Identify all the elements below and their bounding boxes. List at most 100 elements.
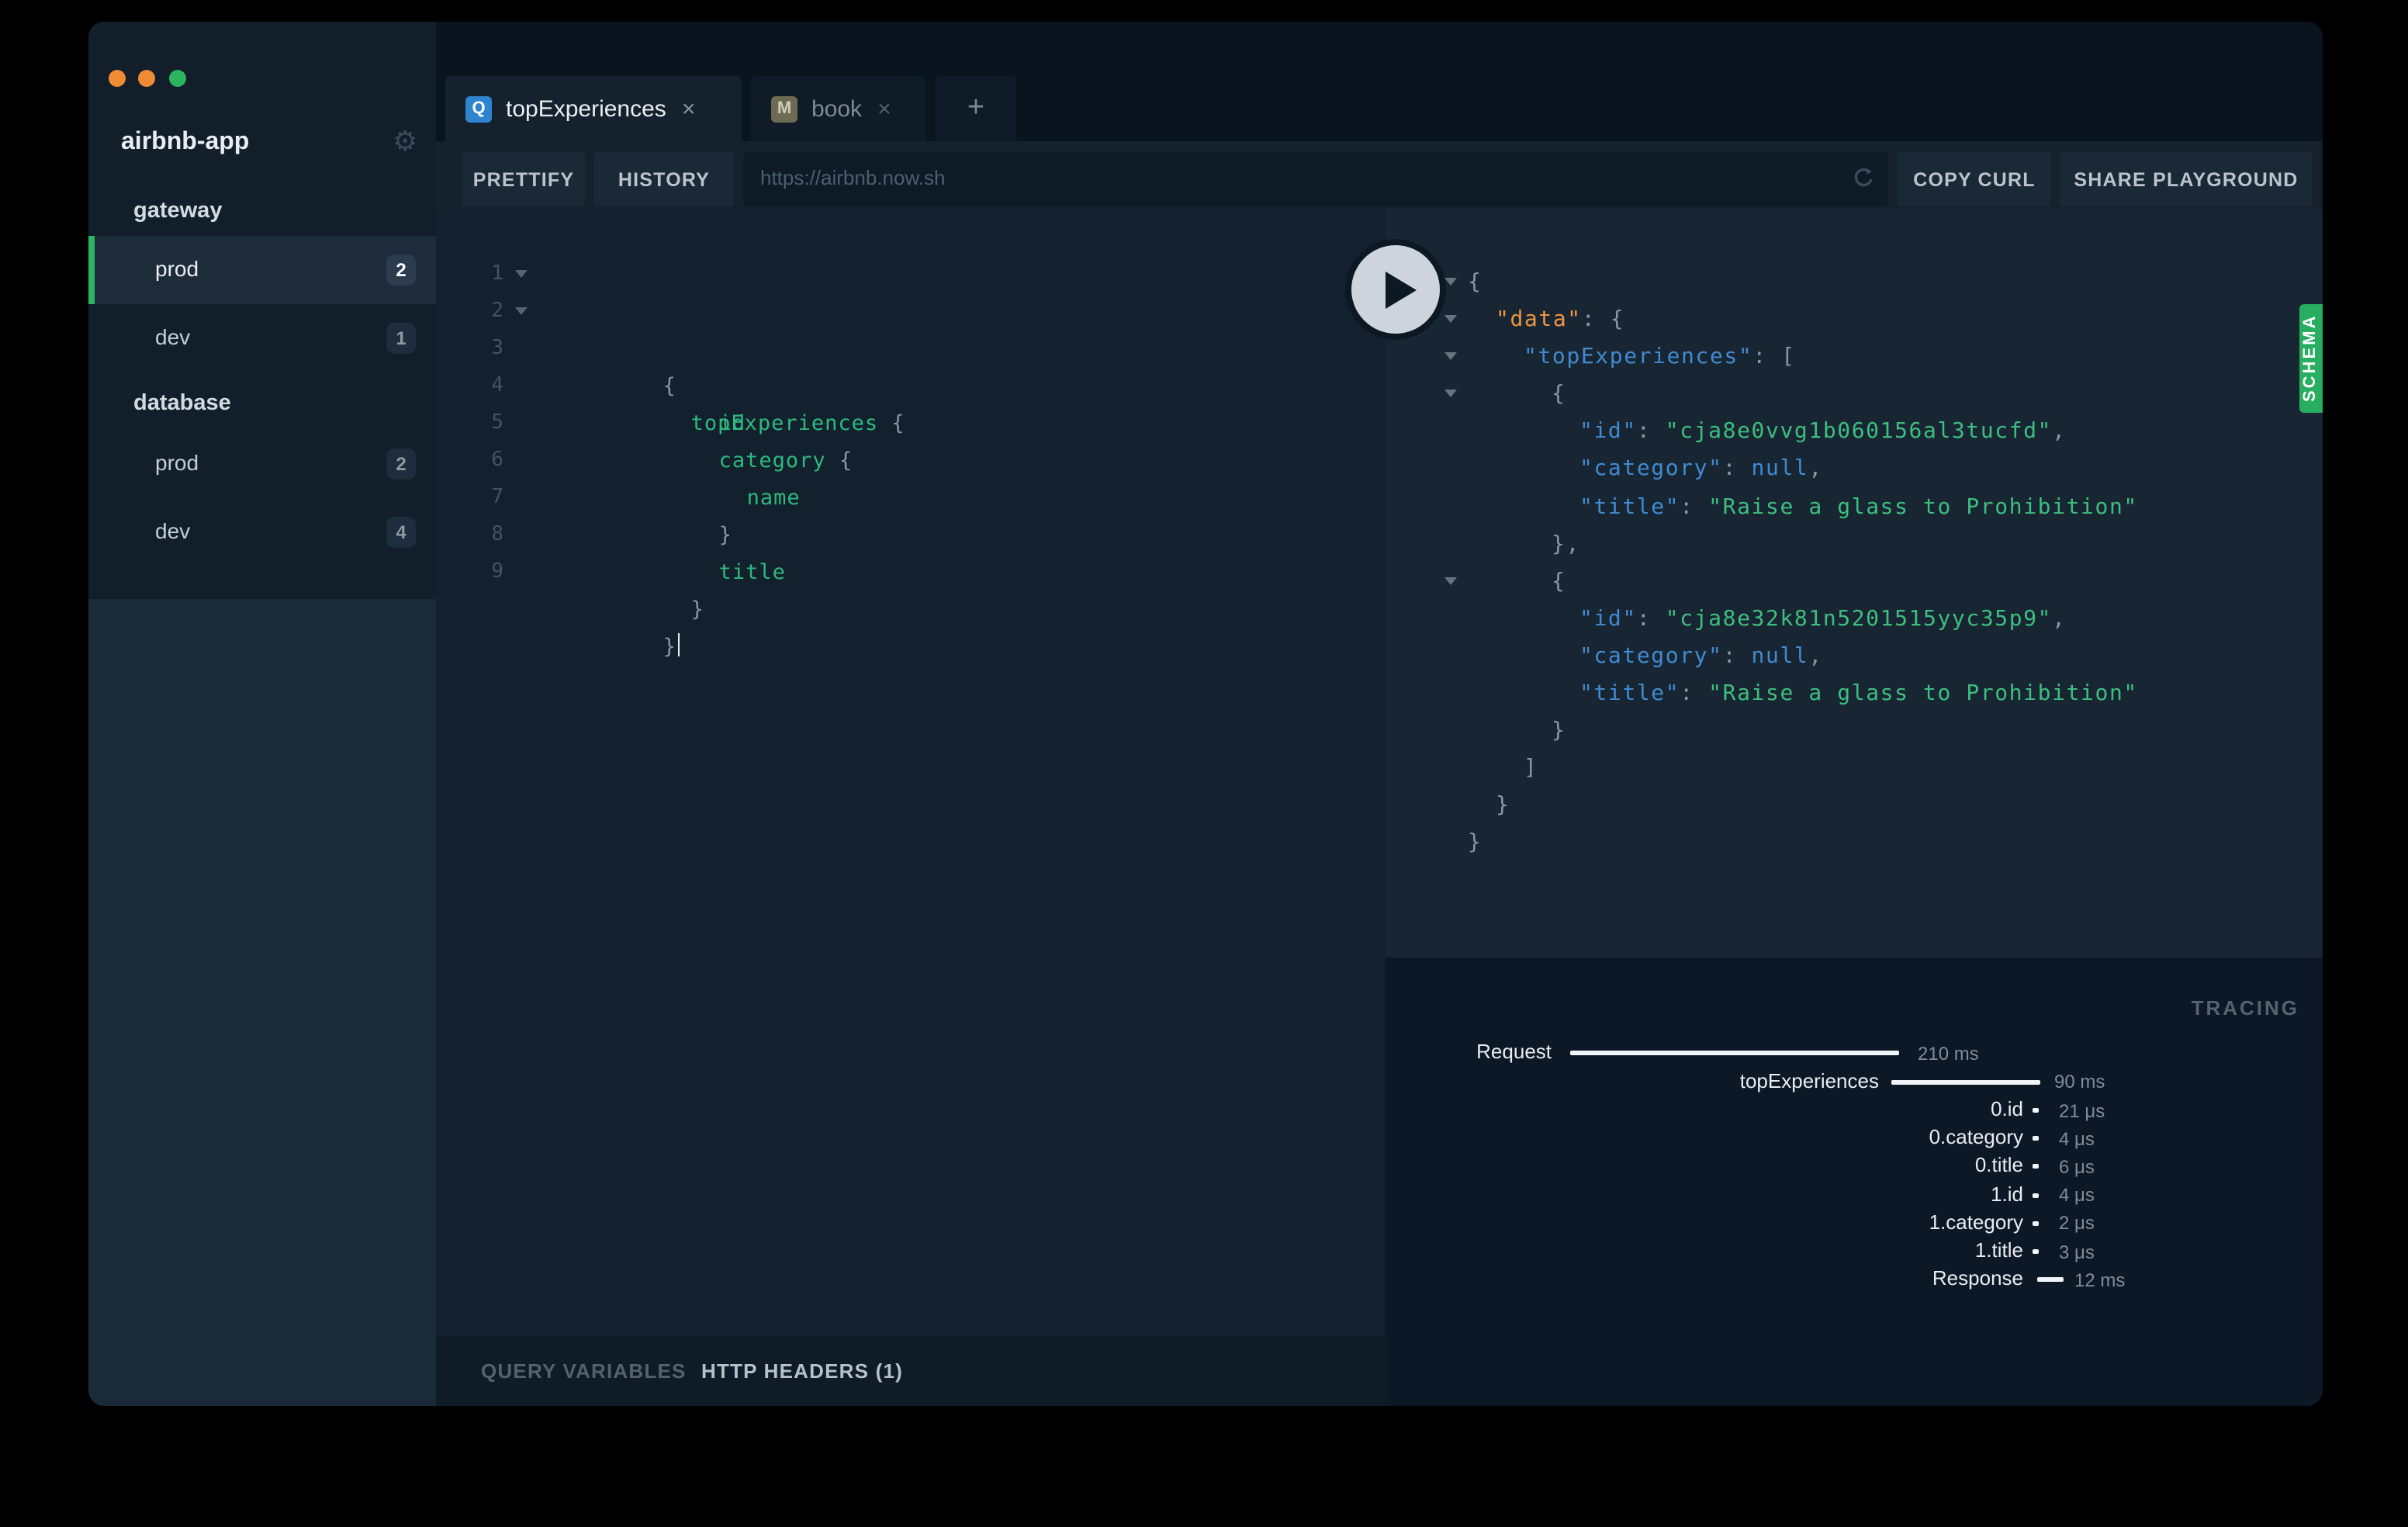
close-icon[interactable]: × [877,95,891,122]
traffic-light-zoom-icon[interactable] [169,70,186,87]
count-badge: 2 [386,448,416,480]
share-playground-button[interactable]: SHARE PLAYGROUND [2060,152,2312,206]
editor-line: 7 title [436,480,1386,517]
chevron-down-icon[interactable] [1444,352,1457,360]
trace-bar [2037,1276,2064,1282]
trace-row-1-title: 1.title 3 μs [1386,1238,2323,1266]
trace-row-response: Response 12 ms [1386,1266,2323,1294]
json-line: { [1386,264,2323,301]
query-badge-icon: Q [465,95,492,122]
chevron-down-icon[interactable] [515,270,528,278]
editor-line: 6 } [436,442,1386,480]
toolbar: PRETTIFY HISTORY https://airbnb.now.sh C… [436,141,2323,209]
traffic-light-close-icon[interactable] [109,70,126,87]
json-line: ] [1386,750,2323,787]
trace-row-1-id: 1.id 4 μs [1386,1182,2323,1210]
line-number: 7 [436,480,504,517]
json-line: "data": { [1386,301,2323,338]
trace-bar [2033,1136,2039,1141]
json-line: { [1386,376,2323,414]
trace-row-0-category: 0.category 4 μs [1386,1125,2323,1153]
json-line: } [1386,788,2323,825]
text-cursor [678,633,680,656]
editor-line: 2 topExperiences { [436,293,1386,331]
editor-bottom-bar: QUERY VARIABLES HTTP HEADERS (1) [436,1336,1386,1406]
history-button[interactable]: HISTORY [594,152,734,206]
trace-row-request: Request 210 ms [1386,1040,2323,1068]
query-variables-tab[interactable]: QUERY VARIABLES [481,1359,687,1383]
editor-line: 8 } [436,517,1386,554]
mutation-badge-icon: M [771,95,797,122]
line-number: 4 [436,368,504,405]
line-number: 6 [436,442,504,480]
line-number: 2 [436,293,504,331]
editor-line: 1 { [436,256,1386,293]
json-line: "topExperiences": [ [1386,338,2323,376]
chevron-down-icon[interactable] [1444,315,1457,323]
count-badge: 2 [386,254,416,286]
schema-tab-label: SCHEMA [2301,304,2323,413]
line-number: 8 [436,517,504,554]
tab-topexperiences[interactable]: Q topExperiences × [445,76,742,141]
trace-bar [2033,1221,2039,1225]
trace-bar [2033,1249,2039,1254]
prettify-button[interactable]: PRETTIFY [462,152,585,206]
line-number: 5 [436,405,504,442]
trace-row-topexperiences: topExperiences 90 ms [1386,1068,2323,1096]
reload-icon[interactable] [1851,166,1876,199]
sidebar-item-database-dev[interactable]: dev 4 [88,498,436,566]
tab-bar: Q topExperiences × M book × + ⚙ [436,22,2323,141]
line-number: 9 [436,554,504,591]
query-editor-lines: 1 { 2 topExperiences { 3 id 4 category { [436,256,1386,591]
json-line: { [1386,563,2323,601]
http-headers-tab[interactable]: HTTP HEADERS (1) [701,1359,903,1383]
json-line: "category": null, [1386,451,2323,488]
trace-bar [2033,1164,2039,1169]
editor-line: 9 } [436,554,1386,591]
trace-bar [1570,1051,1899,1055]
sidebar: airbnb-app ⚙ gateway prod 2 dev 1 databa… [88,22,436,1406]
endpoint-url-value: https://airbnb.now.sh [760,166,946,189]
endpoint-url-input[interactable]: https://airbnb.now.sh [743,152,1888,206]
json-line: }, [1386,525,2323,563]
new-tab-button[interactable]: + [936,76,1016,141]
json-line: "title": "Raise a glass to Prohibition" [1386,675,2323,712]
response-json: { "data": { "topExperiences": [ { "id": … [1386,264,2323,862]
trace-row-0-id: 0.id 21 μs [1386,1097,2323,1125]
tab-book[interactable]: M book × [751,76,926,141]
editor-line: 5 name [436,405,1386,442]
traffic-light-minimize-icon[interactable] [138,70,155,87]
sidebar-top-section: airbnb-app ⚙ gateway prod 2 dev 1 databa… [88,22,436,599]
sidebar-section-gateway: gateway [133,199,222,223]
tracing-panel: TRACING Request 210 ms topExperiences 90… [1386,957,2323,1406]
json-line: } [1386,712,2323,750]
close-icon[interactable]: × [682,95,696,122]
json-line: "id": "cja8e32k81n5201515yyc35p9", [1386,601,2323,638]
query-editor[interactable]: 1 { 2 topExperiences { 3 id 4 category { [436,209,1386,1336]
graphql-playground-window: airbnb-app ⚙ gateway prod 2 dev 1 databa… [88,22,2323,1406]
line-number: 1 [436,256,504,293]
count-badge: 4 [386,517,416,548]
chevron-down-icon[interactable] [515,307,528,315]
sidebar-bottom-section: + NEW WORKSPACE [88,599,436,1406]
execute-query-button[interactable] [1345,239,1446,340]
chevron-down-icon[interactable] [1444,278,1457,286]
chevron-down-icon[interactable] [1444,390,1457,398]
json-line: "id": "cja8e0vvg1b060156al3tucfd", [1386,414,2323,451]
workspace-title: airbnb-app [121,129,249,157]
workspace-gear-icon[interactable]: ⚙ [393,127,417,158]
trace-row-0-title: 0.title 6 μs [1386,1153,2323,1181]
schema-side-tab[interactable]: SCHEMA [2299,304,2323,413]
sidebar-item-database-prod[interactable]: prod 2 [88,430,436,498]
json-line: } [1386,825,2323,862]
sidebar-item-gateway-prod[interactable]: prod 2 [88,236,436,304]
tracing-title: TRACING [2192,996,2299,1020]
copy-curl-button[interactable]: COPY CURL [1898,152,2051,206]
sidebar-item-gateway-dev[interactable]: dev 1 [88,304,436,372]
play-icon [1382,272,1420,309]
chevron-down-icon[interactable] [1444,577,1457,585]
trace-row-1-category: 1.category 2 μs [1386,1210,2323,1238]
line-number: 3 [436,331,504,368]
count-badge: 1 [386,323,416,354]
screen: airbnb-app ⚙ gateway prod 2 dev 1 databa… [0,0,2408,1527]
